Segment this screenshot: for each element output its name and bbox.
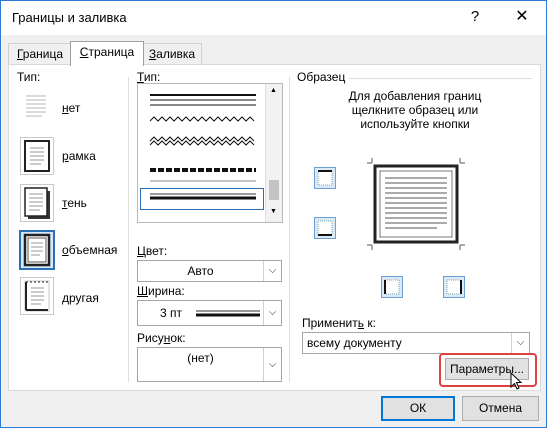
close-button[interactable]: ✕ — [504, 5, 540, 29]
width-label: Ширина: — [137, 284, 185, 298]
left-border-icon[interactable] — [381, 276, 403, 298]
tab-border[interactable]: Граница — [8, 43, 72, 64]
preview-hint-3: используйте кнопки — [360, 117, 470, 131]
help-button[interactable]: ? — [461, 5, 489, 29]
bottom-border-icon[interactable] — [314, 217, 336, 239]
style-label: Тип: — [137, 70, 161, 84]
setting-label: Тип: — [17, 70, 41, 84]
preset-3d-icon[interactable] — [19, 230, 55, 270]
art-dropdown[interactable]: (нет) ⌵ — [137, 347, 282, 382]
selected-style — [140, 188, 264, 210]
dialog-window: Границы и заливка ? ✕ Граница Страница З… — [0, 0, 547, 428]
top-border-icon[interactable] — [314, 167, 336, 189]
chevron-down-icon[interactable]: ⌵ — [263, 261, 281, 281]
window-title: Границы и заливка — [12, 10, 127, 25]
width-dropdown[interactable]: 3 пт ⌵ — [137, 300, 282, 326]
tab-page-border[interactable]: Страница — [70, 41, 144, 66]
style-list-scrollbar[interactable]: ▲ ▼ — [265, 84, 282, 222]
chevron-down-icon[interactable]: ⌵ — [511, 333, 529, 353]
apply-to-label: Применить к: — [302, 316, 376, 330]
preview-separator — [349, 78, 532, 79]
ok-button[interactable]: ОК — [381, 396, 455, 421]
preset-3d-label[interactable]: объемная — [62, 243, 117, 257]
color-label: Цвет: — [137, 244, 168, 258]
width-sample — [196, 310, 260, 317]
title-bar: Границы и заливка ? ✕ — [1, 1, 546, 35]
preset-shadow-label[interactable]: тень — [62, 196, 87, 210]
cursor-icon — [510, 372, 523, 390]
line-style-list[interactable]: ▲ ▼ — [137, 83, 283, 223]
color-dropdown[interactable]: Авто ⌵ — [137, 260, 282, 282]
chevron-down-icon[interactable]: ⌵ — [263, 301, 281, 325]
page-border-panel: Тип: нет рамка тень объемная другая Тип: — [8, 64, 541, 391]
preset-none-label[interactable]: нет — [62, 101, 80, 115]
chevron-down-icon[interactable]: ⌵ — [263, 348, 281, 381]
scroll-down-icon[interactable]: ▼ — [270, 208, 277, 215]
preset-none-icon[interactable] — [20, 89, 52, 125]
scroll-up-icon[interactable]: ▲ — [270, 87, 277, 94]
preset-box-icon[interactable] — [20, 137, 54, 175]
art-label: Рисунок: — [137, 331, 186, 345]
preview-hint-2: щелкните образец или — [351, 103, 479, 117]
preview-page[interactable] — [367, 158, 465, 250]
preset-custom-icon[interactable] — [20, 277, 54, 315]
cancel-button[interactable]: Отмена — [462, 396, 539, 421]
preset-box-label[interactable]: рамка — [62, 149, 96, 163]
scroll-thumb[interactable] — [269, 180, 279, 200]
preview-hint-1: Для добавления границ — [348, 89, 482, 103]
right-border-icon[interactable] — [443, 276, 465, 298]
divider — [128, 77, 129, 382]
preset-shadow-icon[interactable] — [20, 184, 54, 222]
preset-custom-label[interactable]: другая — [62, 291, 99, 305]
tab-shading[interactable]: Заливка — [142, 43, 202, 64]
divider — [289, 77, 290, 382]
apply-to-dropdown[interactable]: всему документу ⌵ — [302, 332, 530, 354]
preview-label: Образец — [297, 70, 346, 84]
